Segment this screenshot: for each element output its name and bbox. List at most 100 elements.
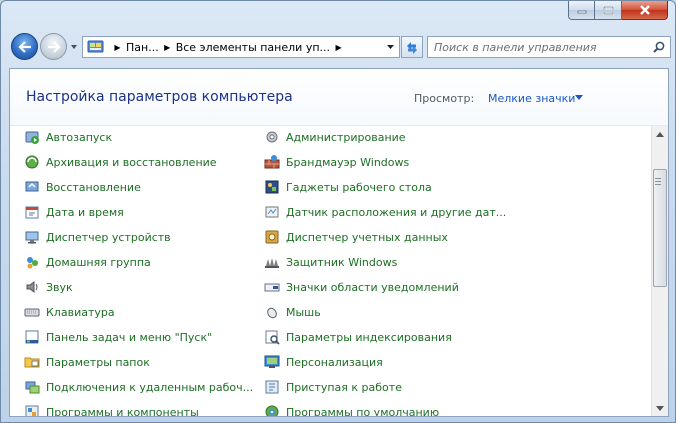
content-header: Настройка параметров компьютера Просмотр… — [10, 69, 668, 126]
control-panel-item[interactable]: Персонализация — [264, 351, 383, 373]
control-panel-item[interactable]: Брандмауэр Windows — [264, 151, 409, 173]
control-panel-item[interactable]: Подключения к удаленным рабоч... — [24, 376, 253, 398]
default-programs-icon — [264, 404, 280, 416]
control-panel-item-label[interactable]: Защитник Windows — [286, 256, 397, 269]
gadgets-icon — [264, 179, 280, 195]
control-panel-item-label[interactable]: Панель задач и меню "Пуск" — [46, 331, 212, 344]
control-panel-item[interactable]: Панель задач и меню "Пуск" — [24, 326, 212, 348]
control-panel-item-label[interactable]: Параметры индексирования — [286, 331, 452, 344]
control-panel-item-label[interactable]: Брандмауэр Windows — [286, 156, 409, 169]
control-panel-item[interactable]: Звук — [24, 276, 73, 298]
address-history-button[interactable] — [381, 37, 399, 57]
date-time-icon — [24, 204, 40, 220]
chevron-down-icon[interactable] — [575, 95, 583, 100]
control-panel-item-label[interactable]: Датчик расположения и другие дат... — [286, 206, 506, 219]
control-panel-item[interactable]: Защитник Windows — [264, 251, 397, 273]
personalization-icon — [264, 354, 280, 370]
control-panel-item-label[interactable]: Параметры папок — [46, 356, 150, 369]
control-panel-item[interactable]: Значки области уведомлений — [264, 276, 459, 298]
taskbar-icon — [24, 329, 40, 345]
control-panel-item[interactable]: Параметры индексирования — [264, 326, 452, 348]
search-input[interactable] — [428, 38, 650, 56]
chevron-down-icon — [71, 45, 77, 49]
indexing-icon — [264, 329, 280, 345]
control-panel-item[interactable]: Гаджеты рабочего стола — [264, 176, 432, 198]
sound-icon — [24, 279, 40, 295]
close-button[interactable] — [622, 1, 668, 20]
content-pane: Настройка параметров компьютера Просмотр… — [9, 68, 669, 417]
minimize-button[interactable] — [568, 1, 595, 20]
autoplay-icon — [24, 129, 40, 145]
breadcrumb-separator[interactable]: ▶ — [163, 43, 172, 52]
control-panel-item[interactable]: Домашняя группа — [24, 251, 151, 273]
breadcrumb-control-panel[interactable]: Пан... — [126, 41, 159, 54]
remote-connections-icon — [24, 379, 40, 395]
control-panel-item-label[interactable]: Значки области уведомлений — [286, 281, 459, 294]
control-panel-item[interactable]: Автозапуск — [24, 126, 112, 148]
vertical-scrollbar[interactable] — [651, 126, 668, 416]
view-by-dropdown[interactable]: Мелкие значки — [488, 92, 575, 105]
control-panel-item-label[interactable]: Подключения к удаленным рабоч... — [46, 381, 253, 394]
control-panel-item[interactable]: Программы по умолчанию — [264, 401, 439, 417]
location-sensor-icon — [264, 204, 280, 220]
firewall-icon — [264, 154, 280, 170]
control-panel-item-label[interactable]: Диспетчер учетных данных — [286, 231, 448, 244]
breadcrumb-separator[interactable]: ▶ — [113, 43, 122, 52]
address-bar[interactable]: ▶ Пан... ▶ Все элементы панели уп... ▶ — [82, 36, 400, 58]
credential-manager-icon — [264, 229, 280, 245]
control-panel-item[interactable]: Датчик расположения и другие дат... — [264, 201, 506, 223]
chevron-down-icon — [386, 45, 394, 49]
control-panel-item-label[interactable]: Архивация и восстановление — [46, 156, 217, 169]
arrow-up-icon — [656, 131, 664, 137]
control-panel-item[interactable]: Дата и время — [24, 201, 124, 223]
control-panel-item-label[interactable]: Клавиатура — [46, 306, 115, 319]
control-panel-item-label[interactable]: Гаджеты рабочего стола — [286, 181, 432, 194]
notification-icons-icon — [264, 279, 280, 295]
control-panel-item-label[interactable]: Дата и время — [46, 206, 124, 219]
scroll-down-button[interactable] — [652, 400, 668, 416]
arrow-right-icon — [47, 40, 61, 53]
scroll-up-button[interactable] — [652, 126, 668, 142]
control-panel-item-label[interactable]: Программы по умолчанию — [286, 406, 439, 417]
search-icon[interactable] — [650, 38, 668, 56]
view-by-label: Просмотр: — [414, 92, 475, 105]
control-panel-item-label[interactable]: Диспетчер устройств — [46, 231, 171, 244]
admin-tools-icon — [264, 129, 280, 145]
breadcrumb-all-items[interactable]: Все элементы панели уп... — [176, 41, 330, 54]
control-panel-item[interactable]: Клавиатура — [24, 301, 115, 323]
control-panel-item[interactable]: Архивация и восстановление — [24, 151, 217, 173]
control-panel-item-label[interactable]: Персонализация — [286, 356, 383, 369]
control-panel-item-label[interactable]: Автозапуск — [46, 131, 112, 144]
recent-pages-button[interactable] — [69, 42, 79, 52]
page-title: Настройка параметров компьютера — [26, 89, 293, 105]
maximize-button[interactable] — [595, 1, 622, 20]
control-panel-item-label[interactable]: Приступая к работе — [286, 381, 402, 394]
control-panel-item[interactable]: Мышь — [264, 301, 321, 323]
breadcrumb-separator[interactable]: ▶ — [334, 43, 343, 52]
search-box[interactable] — [427, 36, 671, 58]
control-panel-item-label[interactable]: Программы и компоненты — [46, 406, 199, 417]
navigation-bar: ▶ Пан... ▶ Все элементы панели уп... ▶ — [9, 30, 671, 64]
programs-icon — [24, 404, 40, 416]
control-panel-item[interactable]: Восстановление — [24, 176, 141, 198]
device-manager-icon — [24, 229, 40, 245]
control-panel-item[interactable]: Параметры папок — [24, 351, 150, 373]
control-panel-item[interactable]: Диспетчер учетных данных — [264, 226, 448, 248]
control-panel-item-label[interactable]: Администрирование — [286, 131, 406, 144]
arrow-down-icon — [656, 405, 664, 411]
control-panel-item-label[interactable]: Домашняя группа — [46, 256, 151, 269]
control-panel-item[interactable]: Приступая к работе — [264, 376, 402, 398]
control-panel-item-label[interactable]: Мышь — [286, 306, 321, 319]
maximize-icon — [602, 5, 614, 15]
getting-started-icon — [264, 379, 280, 395]
control-panel-item[interactable]: Программы и компоненты — [24, 401, 199, 417]
control-panel-item-label[interactable]: Звук — [46, 281, 73, 294]
back-button[interactable] — [11, 33, 38, 60]
forward-button[interactable] — [40, 33, 67, 60]
scroll-thumb-grip — [655, 178, 661, 187]
control-panel-item-label[interactable]: Восстановление — [46, 181, 141, 194]
control-panel-item[interactable]: Диспетчер устройств — [24, 226, 171, 248]
control-panel-item[interactable]: Администрирование — [264, 126, 406, 148]
refresh-button[interactable] — [401, 36, 423, 58]
folder-options-icon — [24, 354, 40, 370]
